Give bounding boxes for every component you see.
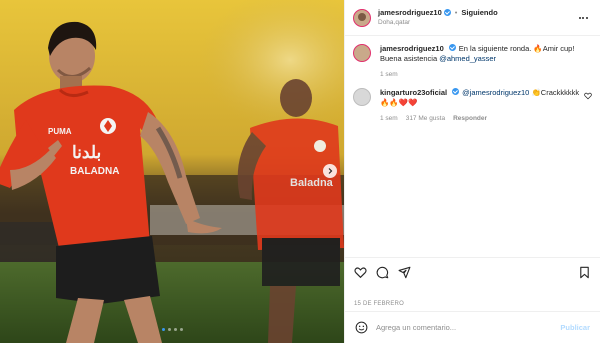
comments-list: jamesrodriguez10 En la siguiente ronda. 🔥… bbox=[345, 36, 600, 257]
carousel-dot bbox=[161, 328, 165, 331]
carousel-dot bbox=[167, 328, 171, 331]
comment-text-segment: Crackkkkkk bbox=[540, 88, 580, 97]
carousel-dot bbox=[179, 328, 183, 331]
separator-dot: • bbox=[454, 7, 458, 17]
author-info: jamesrodriguez10 • Siguiendo Doha,qatar bbox=[378, 8, 576, 28]
like-comment-heart-icon[interactable] bbox=[584, 92, 592, 100]
author-username[interactable]: jamesrodriguez10 bbox=[378, 8, 442, 18]
comment-input[interactable] bbox=[376, 323, 553, 332]
comment-text-segment: En la siguiente ronda. bbox=[458, 44, 534, 53]
mention-link[interactable]: @ahmed_yasser bbox=[439, 54, 496, 63]
heart-icon[interactable] bbox=[354, 266, 367, 279]
svg-text:بلدنا: بلدنا bbox=[72, 143, 101, 162]
verified-icon bbox=[448, 44, 456, 51]
comment-likes[interactable]: 317 Me gusta bbox=[406, 114, 445, 124]
emoji: 👏 bbox=[531, 88, 541, 97]
more-icon-dot bbox=[578, 16, 581, 19]
comment-item: kingarturo23oficial @jamesrodriguez10 👏Cr… bbox=[353, 88, 592, 124]
comment-composer: Publicar bbox=[345, 311, 600, 343]
post-media[interactable]: Baladna بلدنا BALADNA PUMA bbox=[0, 0, 344, 343]
post-location[interactable]: Doha,qatar bbox=[378, 18, 576, 28]
verified-icon bbox=[452, 88, 460, 95]
emoji-icon[interactable] bbox=[355, 321, 368, 334]
verified-icon bbox=[443, 9, 451, 16]
more-options-button[interactable] bbox=[576, 16, 590, 19]
action-bar bbox=[354, 265, 591, 279]
commenter-avatar[interactable] bbox=[353, 88, 371, 106]
share-icon[interactable] bbox=[398, 266, 411, 279]
emoji: 🔥🔥❤️❤️ bbox=[380, 98, 418, 107]
instagram-post-modal: Baladna بلدنا BALADNA PUMA jamesrodrigue… bbox=[0, 0, 600, 343]
post-photo: Baladna بلدنا BALADNA PUMA bbox=[0, 0, 344, 343]
carousel-dot bbox=[173, 328, 177, 331]
reply-button[interactable]: Responder bbox=[453, 114, 487, 124]
emoji: 🔥 bbox=[533, 44, 543, 53]
carousel-indicator bbox=[0, 328, 344, 331]
post-header: jamesrodriguez10 • Siguiendo Doha,qatar bbox=[345, 0, 600, 36]
chevron-right-icon bbox=[328, 168, 333, 174]
caption-avatar[interactable] bbox=[353, 44, 371, 62]
svg-text:Baladna: Baladna bbox=[290, 177, 334, 189]
comment-time[interactable]: 1 sem bbox=[380, 114, 398, 124]
mention-link[interactable]: @jamesrodriguez10 bbox=[462, 88, 529, 97]
more-icon-dot bbox=[585, 16, 588, 19]
post-actions-area: 15 DE FEBRERO bbox=[345, 257, 600, 311]
svg-text:BALADNA: BALADNA bbox=[70, 166, 119, 177]
comment-icon[interactable] bbox=[376, 266, 389, 279]
svg-text:PUMA: PUMA bbox=[48, 127, 72, 136]
comment-time[interactable]: 1 sem bbox=[380, 70, 398, 80]
post-date[interactable]: 15 DE FEBRERO bbox=[354, 301, 591, 307]
author-avatar[interactable] bbox=[353, 8, 371, 27]
bookmark-icon[interactable] bbox=[578, 266, 591, 279]
following-button[interactable]: Siguiendo bbox=[461, 8, 497, 18]
comment-username[interactable]: kingarturo23oficial bbox=[380, 88, 447, 97]
post-comment-button[interactable]: Publicar bbox=[560, 323, 590, 332]
next-photo-button[interactable] bbox=[323, 164, 337, 178]
post-panel: jamesrodriguez10 • Siguiendo Doha,qatar bbox=[344, 0, 600, 343]
more-icon-dot bbox=[582, 16, 584, 19]
comment-username[interactable]: jamesrodriguez10 bbox=[380, 44, 444, 53]
caption: jamesrodriguez10 En la siguiente ronda. 🔥… bbox=[353, 44, 592, 80]
